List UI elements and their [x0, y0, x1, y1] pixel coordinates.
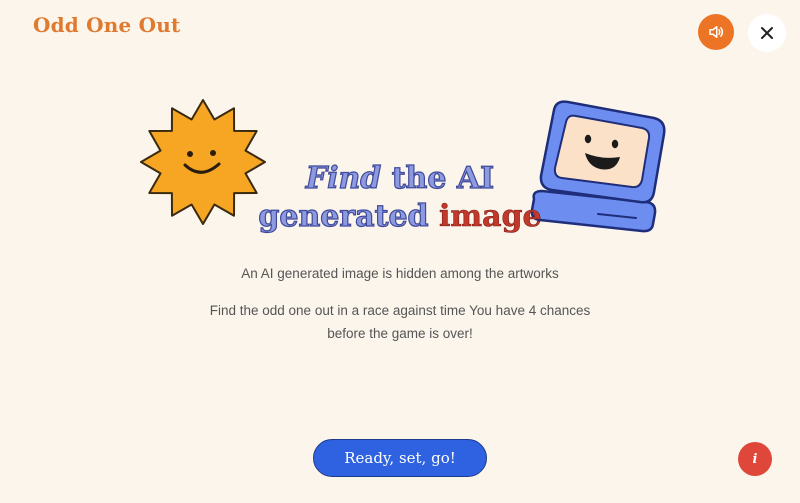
- info-button[interactable]: i: [738, 442, 772, 476]
- app-logo: Odd One Out: [33, 13, 181, 37]
- title-words-the-ai: the AI: [381, 160, 495, 196]
- info-icon: i: [752, 451, 758, 467]
- title-word-find: Find: [305, 160, 382, 196]
- title-line-1: Find the AI: [230, 160, 570, 198]
- close-button[interactable]: [748, 14, 786, 52]
- start-game-button[interactable]: Ready, set, go!: [313, 439, 487, 477]
- close-icon: [761, 27, 773, 39]
- game-title: Find the AI generated image: [230, 160, 570, 236]
- sound-toggle-button[interactable]: [698, 14, 734, 50]
- intro-text: An AI generated image is hidden among th…: [241, 266, 559, 281]
- speaker-icon: [709, 26, 724, 38]
- rules-text: Find the odd one out in a race against t…: [209, 303, 591, 341]
- game-intro-screen: Odd One Out Find the AI generated image …: [0, 0, 800, 503]
- title-word-image: image: [438, 199, 542, 235]
- title-line-2: generated image: [230, 198, 570, 236]
- title-word-generated: generated: [258, 198, 439, 234]
